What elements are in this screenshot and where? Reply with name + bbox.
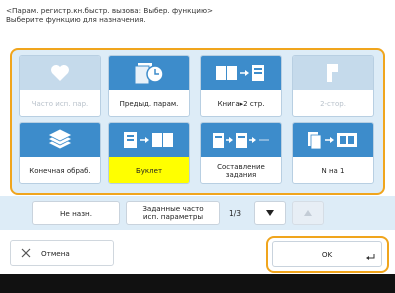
tile-label: 2-стор. — [320, 99, 346, 108]
history-icon — [109, 56, 189, 90]
heart-icon — [20, 56, 100, 90]
tile-n-on-1[interactable]: N на 1 — [292, 122, 374, 184]
tile-label: Составление задания — [217, 162, 265, 179]
navigation-bar: Не назн. Заданные часто исп. параметры 1… — [0, 196, 395, 230]
triangle-down-icon — [266, 210, 274, 216]
n-on-1-icon — [293, 123, 373, 157]
screen-instruction: Выберите функцию для назначения. — [6, 15, 146, 24]
page-indicator: 1/3 — [229, 209, 242, 218]
tile-label: Часто исп. пар. — [31, 99, 89, 108]
tile-previous-settings[interactable]: Предыд. парам. — [108, 55, 190, 117]
tile-label: Книга▸2 стр. — [217, 99, 265, 108]
ok-highlight: OK — [266, 236, 389, 273]
tile-book-to-two-pages[interactable]: Книга▸2 стр. — [200, 55, 282, 117]
tile-favorite-settings[interactable]: Часто исп. пар. — [19, 55, 101, 117]
tile-two-sided[interactable]: 2-стор. — [292, 55, 374, 117]
ok-button[interactable]: OK — [272, 241, 382, 267]
screen-title: <Парам. регистр.кн.быстр. вызова: Выбер.… — [6, 6, 214, 15]
scroll-down-button[interactable] — [254, 201, 286, 225]
tile-label: Конечная обраб. — [29, 166, 91, 175]
tile-booklet[interactable]: Буклет — [108, 122, 190, 184]
two-sided-icon — [293, 56, 373, 90]
tile-finishing[interactable]: Конечная обраб. — [19, 122, 101, 184]
not-assigned-label: Не назн. — [59, 208, 93, 218]
job-build-icon — [201, 123, 281, 157]
frequent-settings-label-line2: исп. параметры — [142, 212, 204, 221]
book-to-two-pages-icon — [201, 56, 281, 90]
ok-label: OK — [321, 249, 333, 259]
tile-job-build[interactable]: Составление задания — [200, 122, 282, 184]
screen-header: <Парам. регистр.кн.быстр. вызова: Выбер.… — [6, 6, 390, 24]
bottom-strip — [0, 274, 395, 293]
booklet-icon — [109, 123, 189, 157]
close-icon — [21, 248, 31, 258]
cancel-label: Отмена — [41, 248, 70, 258]
tile-label: N на 1 — [321, 166, 345, 175]
tile-label: Буклет — [109, 157, 189, 183]
scroll-up-button[interactable] — [292, 201, 324, 225]
finishing-icon — [20, 123, 100, 157]
frequent-settings-button[interactable]: Заданные часто исп. параметры — [126, 201, 220, 225]
not-assigned-button[interactable]: Не назн. — [32, 201, 120, 225]
function-grid: Часто исп. пар. Предыд. парам. Книга▸2 с… — [10, 48, 385, 195]
tile-label: Предыд. парам. — [119, 99, 179, 108]
triangle-up-icon — [304, 210, 312, 216]
enter-icon — [366, 254, 375, 260]
cancel-button[interactable]: Отмена — [10, 240, 114, 266]
